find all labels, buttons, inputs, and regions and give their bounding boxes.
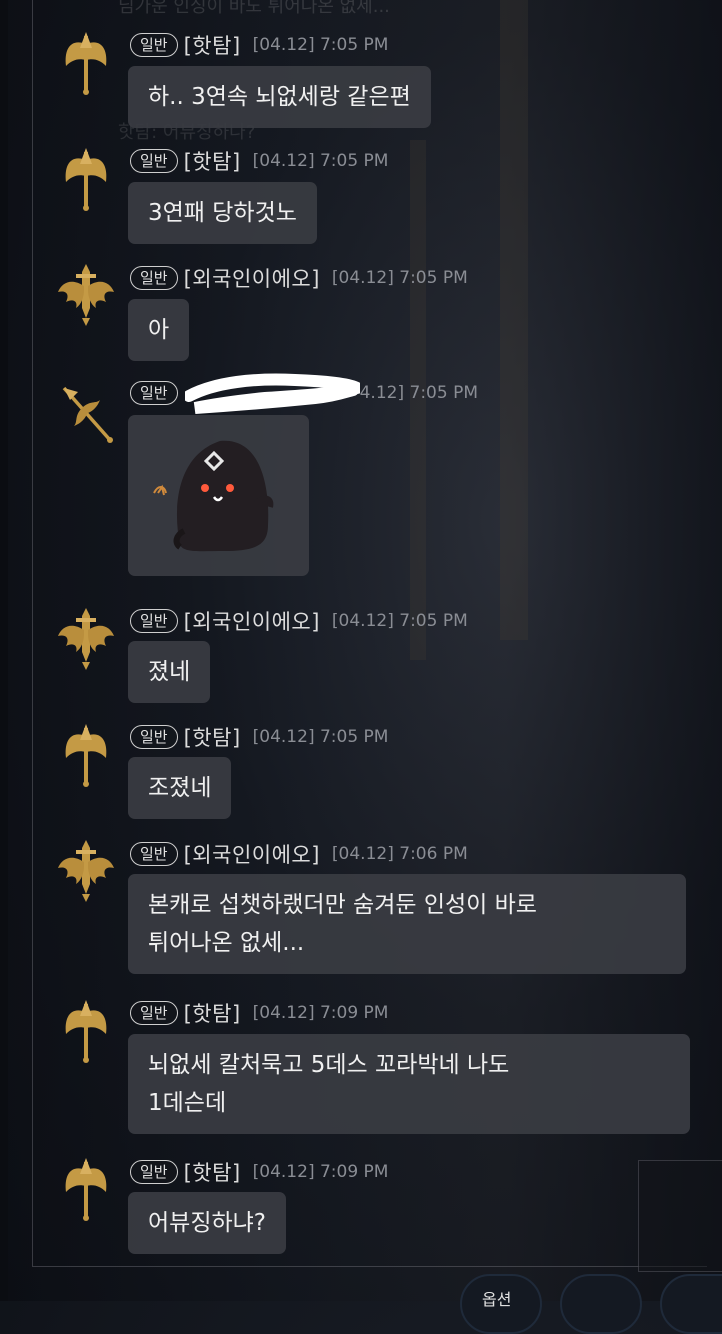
sender-name[interactable]: [외국인이에오]	[184, 606, 320, 636]
redaction-scribble	[185, 373, 360, 414]
sender-name[interactable]: [외국인이에오]	[184, 839, 320, 869]
timestamp: 4.12] 7:05 PM	[359, 383, 478, 403]
message-text: 뇌없세 칼처묵고 5데스 꼬라박네 나도	[148, 1052, 510, 1078]
bottom-round-button[interactable]	[560, 1274, 642, 1334]
spear-emblem-icon[interactable]	[56, 378, 116, 448]
channel-badge: 일반	[130, 842, 178, 866]
sender-name[interactable]: [핫탐]	[184, 146, 241, 176]
timestamp: [04.12] 7:05 PM	[252, 151, 389, 171]
channel-badge: 일반	[130, 149, 178, 173]
bottom-round-button[interactable]	[660, 1274, 722, 1334]
message-bubble: 졌네	[128, 641, 211, 703]
sender-name[interactable]: [핫탐]	[184, 30, 241, 60]
winged-sword-emblem-icon[interactable]	[56, 604, 116, 674]
message-bubble: 본캐로 섭챗하랬더만 숨겨둔 인성이 바로 튀어나온 없세...	[128, 874, 686, 974]
message-text: 본캐로 섭챗하랬더만 숨겨둔 인성이 바로	[148, 892, 537, 918]
winged-sword-emblem-icon[interactable]	[56, 260, 116, 330]
timestamp: [04.12] 7:05 PM	[252, 35, 389, 55]
sender-name[interactable]: [핫탐]	[184, 1157, 241, 1187]
timestamp: [04.12] 7:05 PM	[331, 268, 468, 288]
axe-emblem-icon[interactable]	[56, 1154, 116, 1224]
channel-badge: 일반	[130, 725, 178, 749]
message-text: 하.. 3연속 뇌없세랑 같은편	[148, 84, 411, 110]
axe-emblem-icon[interactable]	[56, 144, 116, 214]
channel-badge: 일반	[130, 381, 178, 405]
channel-badge: 일반	[130, 1001, 178, 1025]
message-text: 어뷰징하냐?	[148, 1210, 267, 1236]
axe-emblem-icon[interactable]	[56, 996, 116, 1066]
axe-emblem-icon[interactable]	[56, 28, 116, 98]
message-text: 3연패 당하것노	[148, 200, 297, 226]
channel-badge: 일반	[130, 609, 178, 633]
winged-sword-emblem-icon[interactable]	[56, 836, 116, 906]
option-button-label: 옵션	[482, 1290, 512, 1309]
sender-name[interactable]: [핫탐]	[184, 722, 241, 752]
message-bubble: 아	[128, 299, 190, 361]
sticker-card[interactable]	[128, 415, 309, 576]
message-text: 아	[148, 317, 170, 343]
ghost-sticker-icon	[153, 440, 274, 552]
faded-background-text: 님가운 인싱이 바도 튀어나온 없세...	[118, 0, 390, 17]
channel-badge: 일반	[130, 266, 178, 290]
sender-name[interactable]: [핫탐]	[184, 998, 241, 1028]
message-text: 1데슨데	[148, 1090, 227, 1116]
sender-name[interactable]: [외국인이에오]	[184, 263, 320, 293]
axe-emblem-icon[interactable]	[56, 720, 116, 790]
timestamp: [04.12] 7:09 PM	[252, 1003, 389, 1023]
side-widget[interactable]	[638, 1160, 722, 1272]
left-edge	[0, 0, 8, 1301]
message-text: 졌네	[148, 659, 191, 685]
timestamp: [04.12] 7:05 PM	[331, 611, 468, 631]
message-bubble: 하.. 3연속 뇌없세랑 같은편	[128, 66, 431, 128]
channel-badge: 일반	[130, 1160, 178, 1184]
timestamp: [04.12] 7:06 PM	[331, 844, 468, 864]
message-text: 튀어나온 없세...	[148, 930, 305, 956]
timestamp: [04.12] 7:05 PM	[252, 727, 389, 747]
message-bubble: 뇌없세 칼처묵고 5데스 꼬라박네 나도 1데슨데	[128, 1034, 690, 1134]
message-bubble: 어뷰징하냐?	[128, 1192, 287, 1254]
message-bubble: 조졌네	[128, 757, 232, 819]
message-bubble: 3연패 당하것노	[128, 182, 317, 244]
channel-badge: 일반	[130, 33, 178, 57]
timestamp: [04.12] 7:09 PM	[252, 1162, 389, 1182]
message-text: 조졌네	[148, 775, 212, 801]
